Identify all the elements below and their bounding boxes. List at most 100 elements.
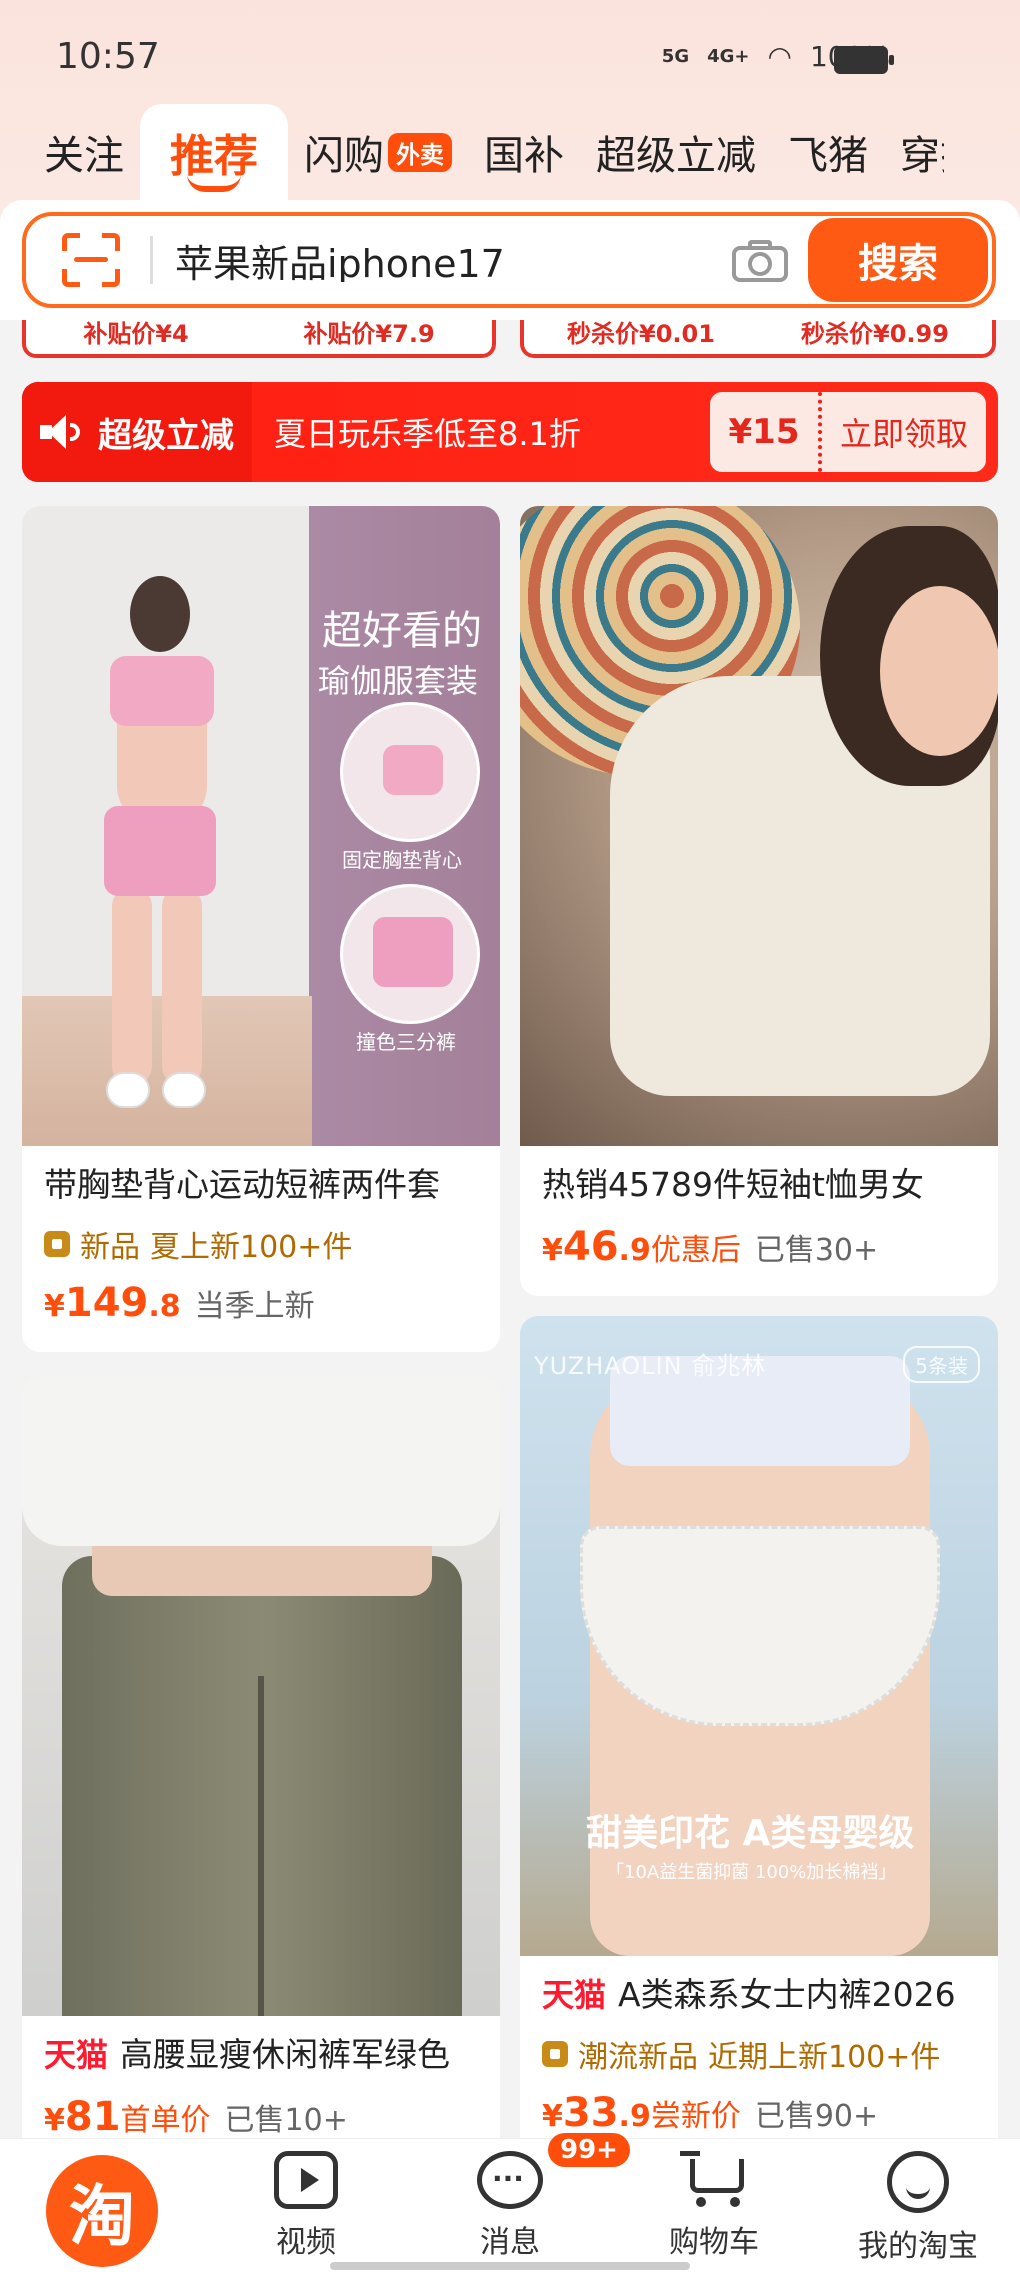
sold-count: 已售10+ <box>224 2103 348 2138</box>
tab-label: 闪购 <box>304 133 384 179</box>
claim-button[interactable]: 立即领取 <box>822 409 986 455</box>
new-tag-icon <box>44 1231 70 1257</box>
price-int: 149 <box>64 1280 149 1326</box>
image-chip: 5条装 <box>903 1346 980 1383</box>
status-bar: 10:57 5G 4G+ ◠ 100% <box>0 0 1020 110</box>
promo-label: 超级立减 <box>22 382 252 482</box>
promo-title: 超级立减 <box>98 415 234 456</box>
price-note: 尝新价 <box>650 2099 741 2134</box>
nav-messages[interactable]: 99+ 消息 <box>408 2133 630 2261</box>
nav-label: 我的淘宝 <box>858 2229 978 2264</box>
tab-recommend[interactable]: 推荐 <box>140 104 288 200</box>
smiley-icon <box>887 2151 949 2213</box>
peek-card-left[interactable]: 补贴价¥4 补贴价¥7.9 <box>22 320 496 358</box>
product-card[interactable]: 超好看的 瑜伽服套装 固定胸垫背心 撞色三分裤 带胸垫背心运动短裤两件套 新品 … <box>22 506 500 1352</box>
search-area: 搜索 <box>0 200 1020 320</box>
tab-follow[interactable]: 关注 <box>0 123 140 181</box>
peek-price: 秒杀价¥0.01 <box>567 320 715 348</box>
product-card[interactable]: YUZHAOLIN 俞兆林 5条装 甜美印花 A类母婴级 「10A益生菌抑菌 1… <box>520 1316 998 2138</box>
tab-outfit[interactable]: 穿搭 <box>884 123 944 181</box>
message-icon <box>477 2151 543 2209</box>
product-title: 天猫 高腰显瘦休闲裤军绿色 <box>44 2028 478 2076</box>
price-int: 33 <box>562 2090 619 2136</box>
product-image <box>22 1376 500 2016</box>
product-info: 带胸垫背心运动短裤两件套 新品 夏上新100+件 ¥149.8 当季上新 <box>22 1146 500 1344</box>
cart-icon <box>680 2151 748 2209</box>
product-info: 天猫 A类森系女士内裤2026 潮流新品 近期上新100+件 ¥33.9尝新价 已… <box>520 1956 998 2138</box>
price-note: 首单价 <box>120 2103 211 2138</box>
product-tags: 新品 夏上新100+件 <box>44 1222 478 1266</box>
battery-icon <box>834 46 894 74</box>
peek-price: 秒杀价¥0.99 <box>801 320 949 348</box>
price-row: ¥81首单价 已售10+ <box>44 2094 478 2138</box>
nav-label: 购物车 <box>669 2225 759 2260</box>
product-title: 天猫 A类森系女士内裤2026 <box>542 1968 976 2016</box>
promo-coupon[interactable]: ¥15 立即领取 <box>710 392 986 472</box>
tab-label: 关注 <box>44 133 124 179</box>
new-tag-icon <box>542 2041 568 2067</box>
image-caption: 固定胸垫背心 <box>342 848 462 872</box>
price-int: 46 <box>562 1224 619 1270</box>
promo-subtitle: 夏日玩乐季低至8.1折 <box>274 415 581 453</box>
sold-count: 已售90+ <box>754 2099 879 2134</box>
status-time: 10:57 <box>56 36 160 77</box>
product-info: 天猫 高腰显瘦休闲裤军绿色 ¥81首单价 已售10+ <box>22 2016 500 2138</box>
product-tags: 潮流新品 近期上新100+件 <box>542 2032 976 2076</box>
product-card[interactable]: 热销45789件短袖t恤男女 ¥46.9优惠后 已售30+ <box>520 506 998 1296</box>
price-note: 优惠后 <box>650 1233 741 1268</box>
tab-super-discount[interactable]: 超级立减 <box>580 123 772 181</box>
price-dec: .9 <box>618 1233 651 1268</box>
product-card[interactable]: 天猫 高腰显瘦休闲裤军绿色 ¥81首单价 已售10+ <box>22 1376 500 2138</box>
product-image: 超好看的 瑜伽服套装 固定胸垫背心 撞色三分裤 <box>22 506 500 1146</box>
price-dec: .8 <box>148 1289 181 1324</box>
search-divider <box>150 236 153 284</box>
speaker-icon <box>40 413 82 451</box>
nav-label: 视频 <box>276 2225 336 2260</box>
peek-price: 补贴价¥4 <box>83 320 189 348</box>
image-caption: 「10A益生菌抑菌 100%加长棉裆」 <box>606 1862 897 1883</box>
peek-card-right[interactable]: 秒杀价¥0.01 秒杀价¥0.99 <box>520 320 996 358</box>
tag-new: 新品 <box>80 1230 140 1265</box>
tmall-label: 天猫 <box>44 2036 109 2074</box>
product-title-text: A类森系女士内裤2026 <box>618 1975 956 2014</box>
image-caption: 甜美印花 A类母婴级 <box>586 1813 915 1854</box>
product-title: 热销45789件短袖t恤男女 <box>542 1165 924 1204</box>
top-tabs: 关注 推荐 闪购 外卖 国补 超级立减 飞猪 穿搭 <box>0 104 1020 200</box>
nav-home[interactable]: 淘 <box>0 2139 204 2267</box>
search-button[interactable]: 搜索 <box>808 218 988 302</box>
coupon-amount: ¥15 <box>728 412 800 452</box>
taobao-home-icon[interactable]: 淘 <box>46 2155 158 2267</box>
search-input[interactable] <box>175 238 732 282</box>
peek-price: 补贴价¥7.9 <box>303 320 435 348</box>
image-brand: YUZHAOLIN 俞兆林 <box>534 1352 767 1380</box>
tab-fliggy[interactable]: 飞猪 <box>772 123 884 181</box>
nav-label: 消息 <box>480 2225 540 2260</box>
bottom-nav: 淘 视频 99+ 消息 购物车 我的淘宝 <box>0 2133 1020 2274</box>
feed: 补贴价¥4 补贴价¥7.9 秒杀价¥0.01 秒杀价¥0.99 超级立减 夏日玩… <box>0 320 1020 2138</box>
nav-cart[interactable]: 购物车 <box>612 2139 816 2261</box>
tab-label: 穿搭 <box>900 133 944 179</box>
nav-my-taobao[interactable]: 我的淘宝 <box>816 2139 1020 2265</box>
price-dec: .9 <box>618 2099 651 2134</box>
image-caption: 瑜伽服套装 <box>318 662 479 700</box>
signal-5g-icon: 5G <box>661 46 690 67</box>
tab-flash[interactable]: 闪购 外卖 <box>288 123 468 181</box>
home-indicator[interactable] <box>330 2262 690 2270</box>
tab-subsidy[interactable]: 国补 <box>468 123 580 181</box>
image-caption: 超好看的 <box>322 608 482 654</box>
scan-icon[interactable] <box>62 233 120 287</box>
product-title: 带胸垫背心运动短裤两件套 <box>44 1165 440 1204</box>
signal-4g-icon: 4G+ <box>707 46 750 67</box>
promo-banner[interactable]: 超级立减 夏日玩乐季低至8.1折 ¥15 立即领取 <box>22 382 998 482</box>
tag-new: 潮流新品 <box>578 2040 698 2075</box>
tag-text: 近期上新100+件 <box>708 2040 941 2075</box>
search-bar: 搜索 <box>22 212 996 308</box>
price-row: ¥149.8 当季上新 <box>44 1280 478 1326</box>
product-image <box>520 506 998 1146</box>
camera-icon[interactable] <box>732 238 788 282</box>
tmall-label: 天猫 <box>542 1976 607 2014</box>
nav-video[interactable]: 视频 <box>204 2139 408 2261</box>
smile-indicator-icon <box>187 174 241 192</box>
product-info: 热销45789件短袖t恤男女 ¥46.9优惠后 已售30+ <box>520 1146 998 1288</box>
price-note: 当季上新 <box>194 1289 315 1324</box>
